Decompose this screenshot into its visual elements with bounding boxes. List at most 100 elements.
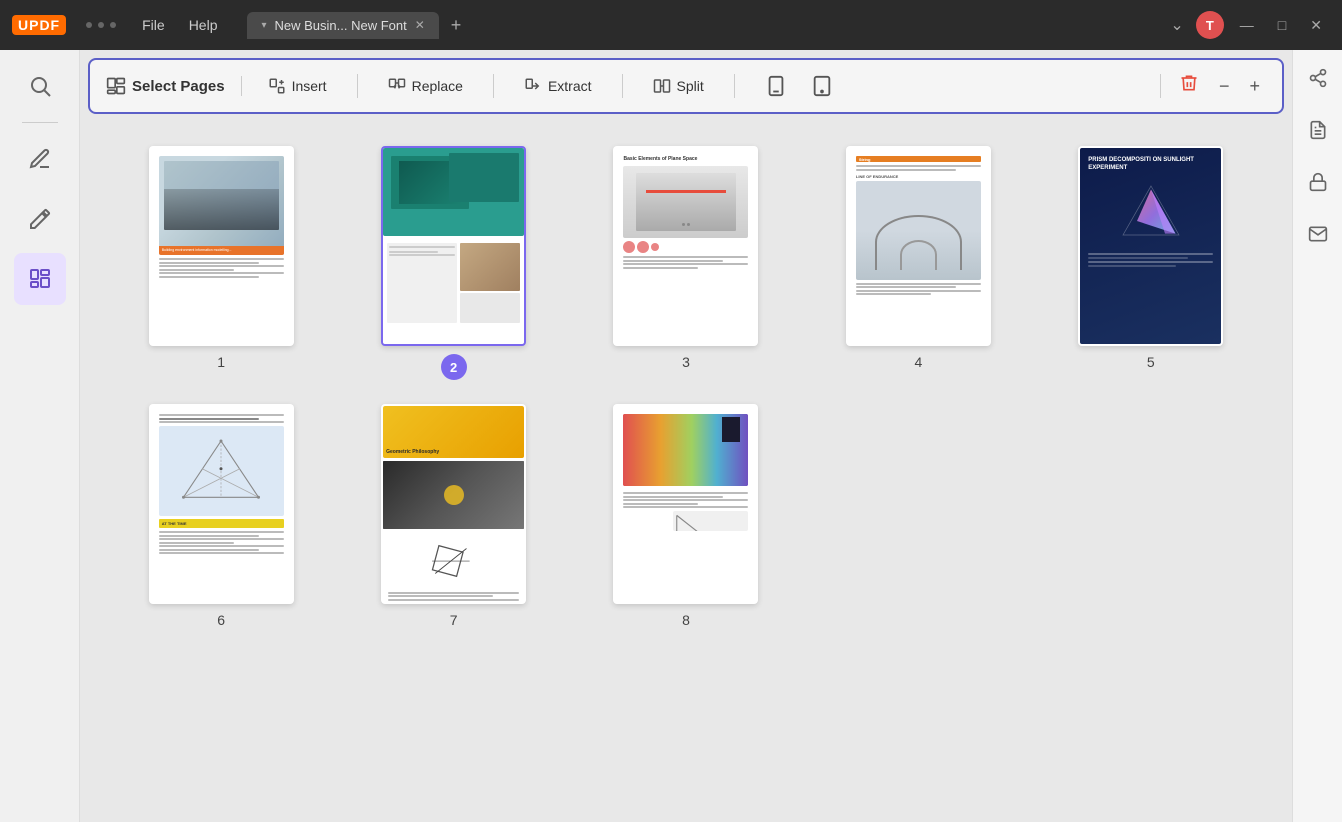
page-item-6[interactable]: AT THE TIME 6 — [120, 404, 322, 628]
split-label: Split — [677, 78, 704, 94]
page-thumb-4[interactable]: String LINE OF ENDURANCE — [846, 146, 991, 346]
sidebar-btn-edit[interactable] — [14, 133, 66, 185]
lock-icon — [1308, 172, 1328, 192]
tablet-icon — [811, 75, 833, 97]
page-thumb-1[interactable]: Building environment information modelli… — [149, 146, 294, 346]
zoom-out-button[interactable]: − — [1213, 72, 1236, 101]
page-number-6: 6 — [217, 612, 225, 628]
separator-2 — [493, 74, 494, 98]
right-btn-mail[interactable] — [1300, 216, 1336, 252]
select-pages-icon — [106, 76, 126, 96]
close-button[interactable]: ✕ — [1302, 13, 1330, 38]
extract-icon — [524, 77, 542, 95]
dropdown-icon[interactable]: ⌄ — [1166, 11, 1187, 39]
tab-dropdown-icon: ▾ — [261, 20, 266, 31]
page-thumb-2[interactable] — [381, 146, 526, 346]
tab-bar: ▾ New Busin... New Font ✕ + — [247, 12, 1166, 39]
menu-file[interactable]: File — [132, 13, 175, 37]
tab-close-icon[interactable]: ✕ — [415, 18, 425, 32]
menu-help[interactable]: Help — [179, 13, 228, 37]
maximize-button[interactable]: □ — [1270, 13, 1294, 37]
title-bar-actions: ⌄ T — □ ✕ — [1166, 11, 1330, 39]
separator-1 — [357, 74, 358, 98]
extract-button[interactable]: Extract — [514, 71, 602, 101]
split-button[interactable]: Split — [643, 71, 714, 101]
sidebar-btn-pages[interactable] — [14, 253, 66, 305]
insert-button[interactable]: Insert — [258, 71, 337, 101]
toolbar-split-section: Split — [627, 71, 730, 101]
page-item-8[interactable]: 8 — [585, 404, 787, 628]
title-bar: UPDF File Help ▾ New Busin... New Font ✕… — [0, 0, 1342, 50]
split-icon — [653, 77, 671, 95]
page-number-3: 3 — [682, 354, 690, 370]
toolbar-right: − + — [1156, 67, 1266, 105]
trash-icon — [1179, 73, 1199, 93]
page-item-5[interactable]: PRISM DECOMPOSITI ON SUNLIGHT EXPERIMENT — [1050, 146, 1252, 380]
page-item-2[interactable]: 2 — [352, 146, 554, 380]
page-item-1[interactable]: Building environment information modelli… — [120, 146, 322, 380]
toolbar-replace-section: Replace — [362, 71, 489, 101]
geometry-diagram — [176, 436, 266, 506]
device-tablet-button[interactable] — [801, 69, 843, 103]
select-pages-label: Select Pages — [132, 78, 225, 95]
tab-add-button[interactable]: + — [443, 15, 470, 36]
insert-icon — [268, 77, 286, 95]
app-logo: UPDF — [12, 15, 66, 35]
sidebar-divider-1 — [22, 122, 58, 123]
avatar[interactable]: T — [1196, 11, 1224, 39]
separator-3 — [622, 74, 623, 98]
share-icon — [1308, 68, 1328, 88]
toolbar-insert-section: Insert — [242, 71, 353, 101]
separator-4 — [734, 74, 735, 98]
menu-items: File Help — [132, 13, 227, 37]
minimize-button[interactable]: — — [1232, 13, 1262, 37]
left-sidebar — [0, 50, 80, 822]
tab-current[interactable]: ▾ New Busin... New Font ✕ — [247, 12, 438, 39]
sketch-diagram — [429, 536, 479, 586]
page-number-7: 7 — [450, 612, 458, 628]
select-pages-section: Select Pages — [106, 76, 242, 96]
phone-icon — [765, 75, 787, 97]
page-number-badge-2: 2 — [441, 354, 467, 380]
toolbar-device-section — [739, 69, 859, 103]
page-number-5: 5 — [1147, 354, 1155, 370]
page-number-4: 4 — [914, 354, 922, 370]
zoom-in-button[interactable]: + — [1243, 72, 1266, 101]
replace-icon — [388, 77, 406, 95]
extract-label: Extract — [548, 78, 592, 94]
right-sidebar — [1292, 50, 1342, 822]
separator-5 — [1160, 74, 1161, 98]
pdf-icon — [1308, 120, 1328, 140]
replace-button[interactable]: Replace — [378, 71, 473, 101]
page-item-7[interactable]: Geometric Philosophy — [352, 404, 554, 628]
tab-title: New Busin... New Font — [275, 18, 407, 33]
page-thumb-5[interactable]: PRISM DECOMPOSITI ON SUNLIGHT EXPERIMENT — [1078, 146, 1223, 346]
page-item-4[interactable]: String LINE OF ENDURANCE — [817, 146, 1019, 380]
page-thumb-6[interactable]: AT THE TIME — [149, 404, 294, 604]
right-btn-lock[interactable] — [1300, 164, 1336, 200]
page-thumb-3[interactable]: Basic Elements of Plane Space — [613, 146, 758, 346]
title-bar-dots — [86, 22, 116, 28]
page-grid: Building environment information modelli… — [80, 122, 1292, 822]
logo-text: UPDF — [12, 15, 66, 35]
page-thumb-8[interactable] — [613, 404, 758, 604]
dot-2 — [98, 22, 104, 28]
sidebar-btn-search[interactable] — [14, 60, 66, 112]
toolbar-extract-section: Extract — [498, 71, 618, 101]
mail-icon — [1308, 224, 1328, 244]
page-item-3[interactable]: Basic Elements of Plane Space — [585, 146, 787, 380]
content-area: Select Pages Insert — [80, 50, 1292, 822]
insert-label: Insert — [292, 78, 327, 94]
toolbar: Select Pages Insert — [88, 58, 1284, 114]
right-btn-pdf[interactable] — [1300, 112, 1336, 148]
page-number-8: 8 — [682, 612, 690, 628]
page-thumb-7[interactable]: Geometric Philosophy — [381, 404, 526, 604]
main-layout: Select Pages Insert — [0, 50, 1342, 822]
dot-1 — [86, 22, 92, 28]
sidebar-btn-annotate[interactable] — [14, 193, 66, 245]
device-phone-button[interactable] — [755, 69, 797, 103]
dot-3 — [110, 22, 116, 28]
right-btn-share[interactable] — [1300, 60, 1336, 96]
delete-button[interactable] — [1173, 67, 1205, 105]
page-number-1: 1 — [217, 354, 225, 370]
